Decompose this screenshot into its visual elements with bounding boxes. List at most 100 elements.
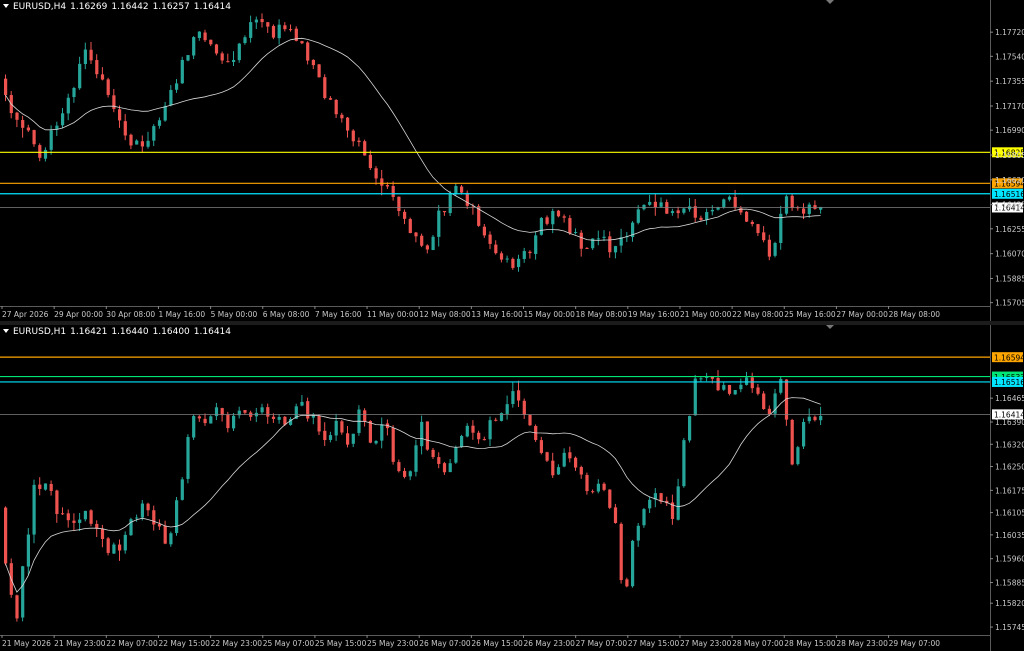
price-tick-label: 1.16990 — [995, 126, 1024, 135]
bull-candle — [556, 467, 561, 475]
bull-candle — [710, 209, 714, 212]
time-tick-label: 22 May 08:00 — [732, 310, 784, 319]
bull-candle — [779, 378, 783, 393]
bear-candle — [733, 196, 737, 208]
bear-candle — [431, 449, 435, 458]
time-tick-label: 28 May 07:00 — [732, 639, 784, 648]
bull-candle — [431, 236, 435, 251]
bear-candle — [271, 25, 276, 38]
bear-candle — [123, 121, 127, 136]
dropdown-triangle-icon[interactable] — [3, 329, 9, 333]
price-tick-label: 1.15885 — [995, 579, 1024, 588]
bear-candle — [608, 489, 612, 508]
bear-candle — [494, 244, 498, 254]
bull-candle — [49, 130, 53, 150]
bear-candle — [15, 112, 19, 120]
bear-candle — [118, 109, 122, 121]
bull-candle — [448, 193, 452, 214]
bear-candle — [95, 60, 99, 75]
bull-candle — [574, 232, 578, 234]
time-tick-label: 25 May 15:00 — [315, 639, 367, 648]
price-tick-label: 1.16620 — [995, 176, 1024, 185]
bear-candle — [425, 245, 429, 250]
bear-candle — [414, 232, 418, 237]
bull-candle — [688, 416, 692, 441]
h1-open: 1.16421 — [70, 327, 108, 337]
bear-candle — [129, 134, 133, 146]
bull-candle — [733, 390, 737, 395]
time-tick-label: 25 May 23:00 — [367, 639, 419, 648]
h1-low: 1.16400 — [152, 327, 190, 337]
bull-candle — [602, 236, 606, 238]
price-tick-label: 1.15745 — [995, 623, 1024, 632]
bear-candle — [100, 528, 105, 539]
h4-low: 1.16257 — [152, 2, 190, 12]
time-tick-label: 26 May 23:00 — [524, 639, 576, 648]
level-price-label: 1.16594 — [992, 352, 1024, 362]
bull-candle — [796, 447, 800, 465]
bear-candle — [665, 202, 669, 214]
price-tick-label: 1.15820 — [995, 599, 1024, 608]
bull-candle — [511, 391, 515, 404]
bear-candle — [26, 127, 30, 131]
bear-candle — [346, 117, 350, 131]
price-tick-label: 1.16105 — [995, 509, 1024, 518]
bull-candle — [175, 500, 179, 533]
bear-candle — [802, 208, 806, 214]
bear-candle — [767, 239, 771, 257]
bear-candle — [306, 401, 310, 419]
bull-candle — [197, 31, 201, 38]
time-tick-label: 25 May 07:00 — [263, 639, 315, 648]
bear-candle — [727, 384, 732, 394]
bear-candle — [226, 414, 230, 429]
bull-candle — [186, 437, 190, 479]
bear-candle — [585, 247, 589, 249]
bear-candle — [699, 217, 703, 220]
time-tick-label: 11 May 00:00 — [367, 310, 419, 319]
time-tick-label: 29 Apr 00:00 — [54, 310, 103, 319]
time-tick-label: 12 May 08:00 — [419, 310, 471, 319]
time-tick-label: 21 May 2026 — [2, 639, 51, 648]
h1-chart-canvas[interactable]: 1.165941.165331.165161.164141.164651.163… — [0, 325, 1024, 651]
bear-candle — [323, 77, 327, 99]
bull-candle — [408, 471, 412, 477]
bull-candle — [123, 534, 127, 551]
h4-chart-canvas[interactable]: 1.168251.165941.165161.164141.177201.175… — [0, 0, 1024, 321]
price-tick-label: 1.16175 — [995, 486, 1024, 495]
bull-candle — [163, 105, 167, 121]
h1-chart-header: EURUSD,H1 1.16421 1.16440 1.16400 1.16414 — [3, 327, 235, 337]
bull-candle — [180, 59, 184, 84]
bear-candle — [340, 114, 344, 119]
bull-candle — [180, 479, 184, 500]
bear-candle — [163, 525, 167, 544]
bear-candle — [340, 421, 344, 433]
bear-candle — [488, 234, 492, 244]
price-tick-label: 1.16805 — [995, 151, 1024, 160]
h4-symbol: EURUSD,H4 — [13, 2, 67, 12]
time-tick-label: 1 May 16:00 — [158, 310, 205, 319]
bear-candle — [499, 253, 504, 260]
bull-candle — [807, 204, 811, 214]
bear-candle — [465, 192, 469, 206]
h1-chart-pane[interactable]: 1.165941.165331.165161.164141.164651.163… — [0, 325, 1024, 651]
bear-candle — [323, 430, 327, 441]
time-tick-label: 27 May 00:00 — [836, 310, 888, 319]
bear-candle — [482, 226, 486, 236]
bull-candle — [522, 251, 526, 259]
bear-candle — [203, 32, 207, 41]
bear-candle — [243, 410, 247, 413]
bear-candle — [357, 140, 361, 143]
bear-candle — [482, 439, 486, 441]
bull-candle — [232, 415, 236, 429]
dropdown-triangle-icon[interactable] — [3, 4, 9, 8]
h4-open: 1.16269 — [70, 2, 108, 12]
bear-candle — [328, 98, 333, 100]
moving-average-line — [5, 37, 821, 241]
time-tick-label: 22 May 15:00 — [158, 639, 210, 648]
price-tick-label: 1.17720 — [995, 28, 1024, 37]
h4-high: 1.16442 — [111, 2, 149, 12]
time-tick-label: 26 May 15:00 — [471, 639, 523, 648]
bear-candle — [539, 440, 543, 453]
bear-candle — [403, 211, 407, 219]
h4-chart-pane[interactable]: 1.16825 1.16594 1.16516 1.16414 1.17720 1.175… — [0, 0, 1024, 321]
